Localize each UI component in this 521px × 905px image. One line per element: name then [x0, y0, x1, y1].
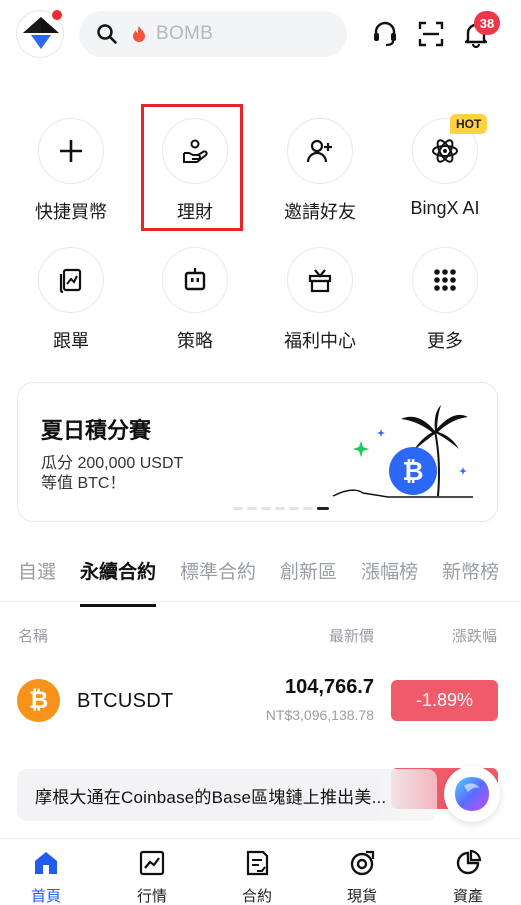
spot-icon	[350, 850, 375, 876]
shortcut-copy-trade[interactable]: 跟單	[11, 247, 131, 353]
palm-bitcoin-illustration: ₿	[332, 405, 473, 498]
robot-icon	[162, 247, 228, 313]
news-ticker[interactable]: 摩根大通在Coinbase的Base區塊鏈上推出美...	[17, 769, 437, 821]
shortcut-more[interactable]: 更多	[385, 247, 505, 353]
contract-icon	[246, 850, 269, 876]
shortcut-label: 福利中心	[284, 331, 356, 351]
carousel-indicator	[233, 507, 329, 510]
nav-home[interactable]: 首頁	[6, 849, 86, 905]
bottom-nav: 首頁 行情 合約 現貨 資產	[0, 838, 521, 905]
promo-banner[interactable]: 夏日積分賽 瓜分 200,000 USDT 等值 BTC！ ₿	[17, 382, 498, 522]
copy-trade-icon	[38, 247, 104, 313]
shortcut-label: 策略	[177, 331, 213, 351]
highlight-box	[141, 104, 243, 231]
bitcoin-icon: ₿	[17, 679, 60, 722]
search-bar[interactable]: BOMB	[79, 11, 347, 57]
column-header-change[interactable]: 漲跌幅	[452, 625, 497, 646]
shortcut-quick-buy[interactable]: 快捷買幣	[11, 118, 131, 224]
banner-line-2: 等值 BTC！	[41, 475, 126, 492]
nav-label: 現貨	[346, 888, 377, 905]
last-price: 104,766.7	[285, 676, 374, 698]
chart-icon	[139, 850, 165, 876]
ai-orb-icon	[455, 777, 489, 811]
news-text: 摩根大通在Coinbase的Base區塊鏈上推出美...	[35, 787, 387, 807]
customer-service-icon[interactable]	[368, 17, 402, 51]
column-header-name: 名稱	[18, 628, 49, 645]
change-badge[interactable]: -1.89%	[391, 680, 498, 721]
market-tabs: 自選 永續合約 標準合約 創新區 漲幅榜 新幣榜	[18, 557, 521, 607]
tab-perpetual[interactable]: 永續合約	[80, 557, 157, 607]
tabs-divider	[0, 601, 521, 602]
shortcut-label: 跟單	[53, 331, 89, 351]
tab-favorites[interactable]: 自選	[18, 557, 56, 601]
search-icon	[97, 24, 117, 44]
add-user-icon	[287, 118, 353, 184]
banner-subtitle: 瓜分 200,000 USDT 等值 BTC！	[41, 454, 241, 494]
nav-markets[interactable]: 行情	[112, 849, 192, 905]
shortcut-label: 更多	[427, 331, 463, 351]
banner-title: 夏日積分賽	[41, 418, 152, 443]
flame-icon	[133, 26, 145, 42]
pie-icon	[456, 849, 482, 875]
shortcut-label: 邀請好友	[284, 202, 356, 222]
shortcut-invite[interactable]: 邀請好友	[260, 118, 380, 224]
nav-futures[interactable]: 合約	[217, 849, 297, 905]
tab-innovation[interactable]: 創新區	[280, 557, 337, 601]
hot-tag: HOT	[450, 114, 488, 134]
grid-dots-icon	[412, 247, 478, 313]
nav-assets[interactable]: 資產	[428, 849, 508, 905]
notification-badge: 38	[474, 11, 500, 35]
logo-notification-dot	[52, 10, 62, 20]
nav-label: 資產	[452, 888, 483, 905]
tab-new-listings[interactable]: 新幣榜	[442, 557, 499, 601]
tab-standard[interactable]: 標準合約	[180, 557, 256, 601]
pair-name[interactable]: BTCUSDT	[77, 690, 174, 713]
shortcut-rewards[interactable]: 福利中心	[260, 247, 380, 353]
nav-label: 合約	[241, 888, 272, 905]
ai-assistant-button[interactable]	[444, 766, 500, 822]
tab-gainers[interactable]: 漲幅榜	[361, 557, 418, 601]
home-icon	[35, 852, 57, 874]
shortcut-bingx-ai[interactable]: BingX AI	[385, 118, 505, 219]
svg-text:₿: ₿	[402, 457, 423, 487]
shortcut-label: BingX AI	[410, 198, 480, 218]
search-placeholder: BOMB	[156, 23, 214, 44]
gift-icon	[287, 247, 353, 313]
shortcut-label: 快捷買幣	[35, 202, 107, 222]
nav-label: 行情	[136, 888, 167, 905]
plus-icon	[38, 118, 104, 184]
column-header-price[interactable]: 最新價	[329, 625, 374, 646]
fiat-price: NT$3,096,138.78	[265, 707, 374, 723]
nav-label: 首頁	[30, 888, 61, 905]
banner-line-1: 瓜分 200,000 USDT	[41, 455, 184, 472]
top-bar: BOMB 38	[0, 0, 521, 70]
nav-spot[interactable]: 現貨	[322, 849, 402, 905]
shortcut-strategy[interactable]: 策略	[135, 247, 255, 353]
scan-icon[interactable]	[414, 17, 448, 51]
